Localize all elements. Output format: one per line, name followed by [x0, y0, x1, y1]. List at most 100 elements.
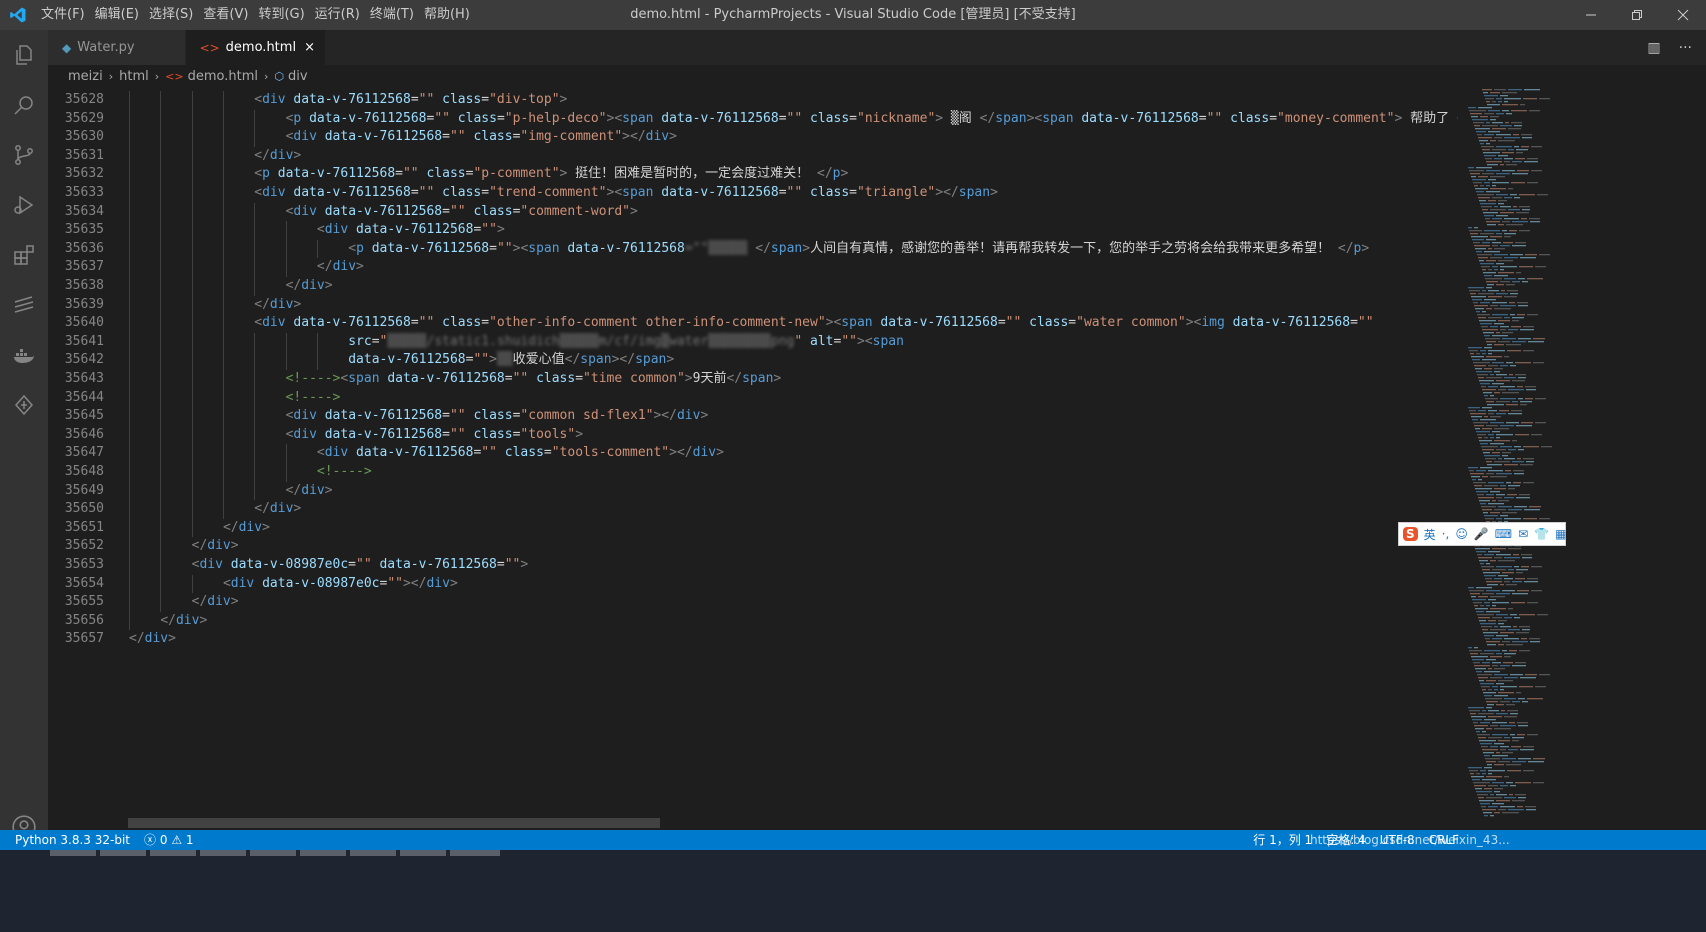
code-line[interactable]: 35632 <p data-v-76112568="" class="p-comm…: [48, 165, 848, 184]
code-token: div: [269, 147, 294, 163]
ime-item[interactable]: ⌨: [1495, 527, 1512, 541]
menu-item[interactable]: 帮助(H): [419, 0, 475, 30]
code-line[interactable]: 35638 </div>: [48, 277, 333, 296]
close-icon[interactable]: [1660, 0, 1706, 30]
line-number: 35635: [64, 222, 104, 238]
source-control-icon[interactable]: [0, 130, 48, 180]
minimap-line: [1496, 263, 1504, 265]
ime-item[interactable]: ✉: [1518, 527, 1528, 541]
code-token: span: [872, 333, 904, 349]
ime-item[interactable]: ☺: [1455, 527, 1468, 541]
ime-item[interactable]: ·,: [1442, 527, 1450, 541]
code-line[interactable]: 35649 </div>: [48, 481, 333, 501]
python-interpreter[interactable]: Python 3.8.3 32-bit: [0, 830, 137, 850]
code-line[interactable]: 35634 <div data-v-76112568="" class="comm…: [48, 202, 638, 222]
code-line[interactable]: 35648 <!---->: [48, 463, 372, 482]
breadcrumb-item[interactable]: meizi: [68, 69, 103, 84]
minimize-icon[interactable]: [1568, 0, 1614, 30]
breadcrumb-item[interactable]: html: [119, 69, 149, 84]
taskbar-app[interactable]: [200, 850, 246, 856]
menu-item[interactable]: 运行(R): [310, 0, 365, 30]
code-line[interactable]: 35654 <div data-v-08987e0c=""></div>: [48, 574, 458, 594]
code-line[interactable]: 35647 <div data-v-76112568="" class="tool…: [48, 444, 724, 463]
docker-icon[interactable]: [0, 330, 48, 380]
code-line[interactable]: 35637 </div>: [48, 258, 364, 277]
taskbar-app[interactable]: [50, 850, 96, 856]
extensions-icon[interactable]: [0, 230, 48, 280]
code-line[interactable]: 35651 </div>: [48, 518, 270, 538]
ime-item[interactable]: 英: [1424, 526, 1436, 543]
minimap-line: [1514, 506, 1527, 508]
code-line[interactable]: 35641 src="▒▒▒▒▒/static1.shuidich▒▒▒▒▒m/c…: [48, 332, 904, 352]
ime-toolbar[interactable]: S 英 ·, ☺ 🎤 ⌨ ✉ 👕 ▦: [1398, 522, 1566, 546]
minimap-line: [1508, 809, 1524, 811]
taskbar-app[interactable]: [400, 850, 446, 856]
minimap-line: [1516, 212, 1529, 214]
code-line[interactable]: 35653 <div data-v-08987e0c="" data-v-7611…: [48, 556, 528, 575]
menu-item[interactable]: 转到(G): [253, 0, 309, 30]
menu-item[interactable]: 查看(V): [198, 0, 253, 30]
code-token: >: [684, 371, 693, 386]
code-line[interactable]: 35645 <div data-v-76112568="" class="comm…: [48, 407, 708, 426]
minimap-line: [1504, 638, 1519, 640]
code-line[interactable]: 35655 </div>: [48, 593, 239, 612]
code-line[interactable]: 35631 </div>: [48, 146, 301, 166]
taskbar-app[interactable]: [250, 850, 296, 856]
minimap-line: [1476, 167, 1492, 169]
vertical-scrollbar[interactable]: [1554, 87, 1568, 822]
code-line[interactable]: 35635 <div data-v-76112568="">: [48, 221, 505, 240]
ime-item[interactable]: ▦: [1555, 527, 1566, 541]
code-line[interactable]: 35639 </div>: [48, 295, 301, 315]
tab-close-icon[interactable]: ×: [304, 40, 315, 55]
code-token: data-v-76112568: [348, 352, 466, 368]
indent-guide: [129, 128, 130, 147]
menu-item[interactable]: 选择(S): [144, 0, 198, 30]
taskbar-app[interactable]: [300, 850, 346, 856]
code-editor[interactable]: 35628 <div data-v-76112568="" class="div-…: [48, 87, 1458, 902]
horizontal-scrollbar[interactable]: [128, 818, 660, 828]
code-line[interactable]: 35652 </div>: [48, 537, 239, 556]
code-line[interactable]: 35644 <!---->: [48, 388, 340, 408]
minimap-line: [1507, 494, 1517, 496]
code-line[interactable]: 35642 data-v-76112568="">▒▒收爱心值</span></s…: [48, 351, 674, 370]
tab-water-py[interactable]: ◆ Water.py: [48, 30, 186, 65]
gitlens-icon[interactable]: [0, 380, 48, 430]
menu-item[interactable]: 编辑(E): [90, 0, 144, 30]
search-icon[interactable]: [0, 80, 48, 130]
minimap-line: [1500, 806, 1515, 808]
ime-item[interactable]: 👕: [1534, 527, 1549, 541]
taskbar-app[interactable]: [350, 850, 396, 856]
code-line[interactable]: 35650 </div>: [48, 500, 301, 519]
split-editor-icon[interactable]: ▥: [1647, 40, 1660, 56]
code-line[interactable]: 35657 </div>: [48, 630, 176, 649]
breadcrumb-item[interactable]: div: [288, 69, 308, 84]
problems-indicator[interactable]: ⓧ 0 ⚠ 1: [137, 830, 201, 850]
minimap-line: [1519, 266, 1533, 268]
taskbar-app[interactable]: [150, 850, 196, 856]
tab-demo-html[interactable]: <> demo.html ×: [185, 30, 326, 65]
code-line[interactable]: 35656 </div>: [48, 611, 207, 631]
ime-item[interactable]: 🎤: [1474, 527, 1489, 541]
taskbar-app[interactable]: [100, 850, 146, 856]
minimap[interactable]: [1458, 87, 1554, 822]
code-line[interactable]: 35643 <!----><span data-v-76112568="" cla…: [48, 370, 781, 389]
minimap-line: [1518, 338, 1531, 340]
restore-icon[interactable]: [1614, 0, 1660, 30]
code-line[interactable]: 35630 <div data-v-76112568="" class="img-…: [48, 128, 677, 147]
code-line[interactable]: 35646 <div data-v-76112568="" class="tool…: [48, 425, 583, 445]
menu-item[interactable]: 终端(T): [365, 0, 419, 30]
code-line[interactable]: 35636 <p data-v-76112568=""><span data-v-…: [48, 239, 1369, 259]
code-line[interactable]: 35629 <p data-v-76112568="" class="p-help…: [48, 109, 1458, 129]
indent-guide: [222, 351, 224, 370]
menu-item[interactable]: 文件(F): [36, 0, 90, 30]
explorer-icon[interactable]: [0, 30, 48, 80]
run-debug-icon[interactable]: [0, 180, 48, 230]
cursor-position[interactable]: 行 1，列 1: [1246, 830, 1319, 850]
code-line[interactable]: 35640 <div data-v-76112568="" class="othe…: [48, 314, 1374, 333]
taskbar-app[interactable]: [450, 850, 500, 856]
code-line[interactable]: 35633 <div data-v-76112568="" class="tren…: [48, 184, 998, 203]
more-actions-icon[interactable]: ···: [1679, 40, 1692, 56]
code-line[interactable]: 35628 <div data-v-76112568="" class="div-…: [48, 91, 567, 110]
breadcrumb-item[interactable]: demo.html: [188, 69, 258, 84]
remote-icon[interactable]: [0, 280, 48, 330]
